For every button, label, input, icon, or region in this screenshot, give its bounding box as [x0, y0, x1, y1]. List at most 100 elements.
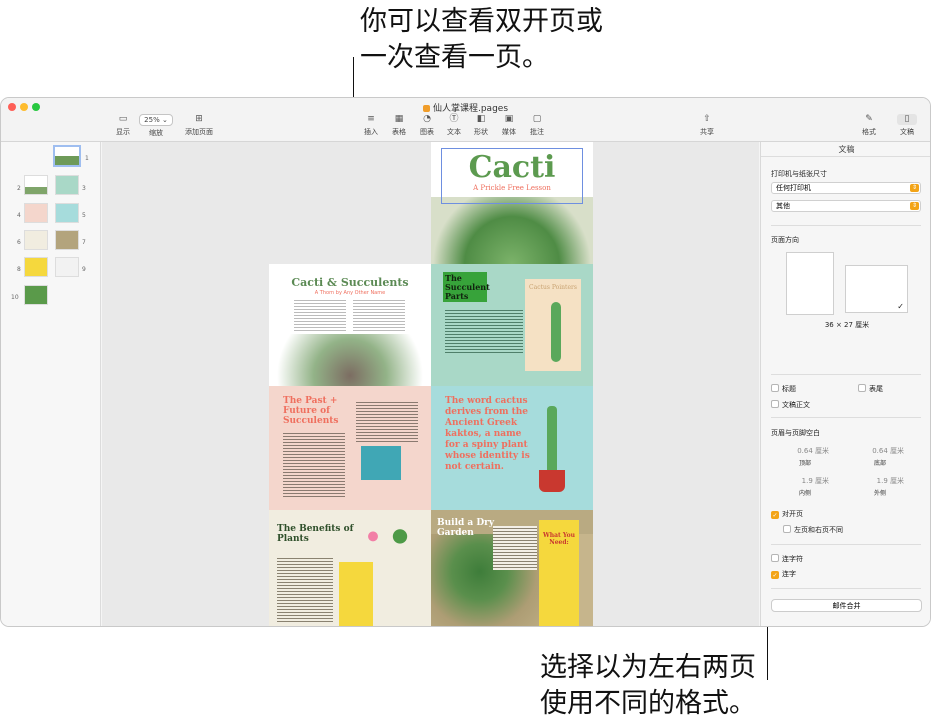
chart-label: 图表	[420, 128, 434, 136]
hyphenation-checkbox[interactable]: ✓ 连字	[771, 569, 796, 579]
text-label: 文本	[447, 128, 461, 136]
bottom-margin-field[interactable]: 0.64 厘米	[856, 446, 904, 456]
top-margin-field[interactable]: 0.64 厘米	[781, 446, 829, 456]
thumbnail-page-2[interactable]	[24, 175, 48, 195]
hyphenation-label: 连字	[782, 570, 796, 578]
document-inspector: 文稿 打印机与纸张尺寸 任何打印机 ⇕ 其他 ⇕ 页面方向 ✓ 36 × 27 厘米…	[760, 142, 930, 626]
ligatures-checkbox[interactable]: 连字符	[771, 554, 803, 564]
insert-label: 插入	[364, 128, 378, 136]
table-label: 表格	[392, 128, 406, 136]
page-number: 8	[17, 266, 21, 273]
paper-size-popup[interactable]: 其他 ⇕	[771, 200, 921, 212]
different-left-right-checkbox[interactable]: 左页和右页不同	[783, 525, 843, 535]
document-body-checkbox[interactable]: 文稿正文	[771, 400, 810, 410]
inspector-tab-title[interactable]: 文稿	[761, 144, 930, 155]
facing-pages-checkbox[interactable]: ✓ 对开页	[771, 509, 803, 519]
body-text-block	[353, 298, 405, 332]
checkbox-box	[771, 554, 779, 562]
text-button[interactable]: Ⓣ 文本	[442, 114, 466, 137]
view-button[interactable]: ▭ 显示	[109, 114, 137, 137]
chart-icon: ◔	[423, 114, 431, 124]
document-button[interactable]: ▯ 文稿	[893, 114, 921, 137]
cover-subtitle: A Prickle Free Lesson	[473, 184, 551, 192]
thumbnail-page-4[interactable]	[24, 203, 48, 223]
plus-icon: ⊞	[195, 114, 203, 124]
document-canvas[interactable]: Cacti A Prickle Free Lesson Cacti & Succ…	[102, 142, 759, 626]
thumbnail-page-7[interactable]	[55, 230, 79, 250]
body-text-block	[445, 308, 523, 354]
share-label: 共享	[700, 128, 714, 136]
cactus-in-pot-illustration	[547, 406, 557, 476]
paper-size-value: 其他	[776, 202, 790, 210]
printer-section-title: 打印机与纸张尺寸	[771, 170, 827, 178]
facing-pages-label: 对开页	[782, 510, 803, 518]
landscape-orientation-option[interactable]: ✓	[845, 265, 908, 313]
thumbnail-page-8[interactable]	[24, 257, 48, 277]
checkbox-box	[771, 400, 779, 408]
page-2[interactable]: Cacti & Succulents A Thorn by Any Other …	[269, 264, 431, 386]
outside-margin-field[interactable]: 1.9 厘米	[856, 476, 904, 486]
table-button[interactable]: ▦ 表格	[387, 114, 411, 137]
format-label: 格式	[862, 128, 876, 136]
format-button[interactable]: ✎ 格式	[857, 114, 881, 137]
thumbnail-page-5[interactable]	[55, 203, 79, 223]
zoom-menu[interactable]: 25% ⌄ 缩放	[138, 114, 174, 138]
thumbnail-page-6[interactable]	[24, 230, 48, 250]
page5-quote: The word cactus derives from the Ancient…	[445, 396, 530, 472]
plant-pot-photo	[361, 446, 401, 480]
media-icon: ▣	[504, 114, 514, 124]
media-button[interactable]: ▣ 媒体	[497, 114, 521, 137]
share-button[interactable]: ⇧ 共享	[695, 114, 719, 137]
chart-button[interactable]: ◔ 图表	[415, 114, 439, 137]
page-6[interactable]: The Benefits of Plants	[269, 510, 431, 626]
cactus-photo	[431, 197, 593, 264]
media-label: 媒体	[502, 128, 516, 136]
sidebar-icon: ▭	[118, 114, 128, 124]
thumbnail-page-10[interactable]	[24, 285, 48, 305]
divider	[771, 225, 921, 226]
insert-icon: ≡	[367, 114, 375, 124]
page-cover[interactable]: Cacti A Prickle Free Lesson	[431, 142, 593, 264]
zoom-value: 25% ⌄	[139, 114, 173, 126]
body-text-block	[493, 526, 537, 570]
body-text-block	[277, 556, 333, 622]
page3-side-title: Cactus Pointers	[529, 284, 577, 291]
page-7[interactable]: Build a Dry Garden What You Need:	[431, 510, 593, 626]
insert-button[interactable]: ≡ 插入	[359, 114, 383, 137]
page-4[interactable]: The Past + Future of Succulents	[269, 386, 431, 510]
thumbnail-page-3[interactable]	[55, 175, 79, 195]
checkbox-box	[771, 384, 779, 392]
page-number: 3	[82, 185, 86, 192]
red-pot	[539, 470, 565, 492]
view-label: 显示	[116, 128, 130, 136]
page-number: 2	[17, 185, 21, 192]
printer-popup[interactable]: 任何打印机 ⇕	[771, 182, 921, 194]
portrait-orientation-option[interactable]	[786, 252, 834, 315]
divider	[771, 544, 921, 545]
shape-button[interactable]: ◧ 形状	[469, 114, 493, 137]
document-title: 仙人掌课程.pages	[1, 101, 930, 114]
page-3[interactable]: The Succulent Parts Cactus Pointers	[431, 264, 593, 386]
checkbox-box	[858, 384, 866, 392]
callout-line: 选择以为左右两页	[540, 652, 756, 683]
table-icon: ▦	[394, 114, 404, 124]
document-body-checkbox-label: 文稿正文	[782, 401, 810, 409]
ligatures-label: 连字符	[782, 555, 803, 563]
shape-icon: ◧	[476, 114, 486, 124]
thumbnail-page-9[interactable]	[55, 257, 79, 277]
thumbnail-page-1[interactable]	[53, 145, 81, 167]
add-page-button[interactable]: ⊞ 添加页面	[181, 114, 217, 137]
checkbox-box-checked: ✓	[771, 511, 779, 519]
chevron-down-icon: ⌄	[161, 116, 168, 124]
page-thumbnails-sidebar: 1 2 3 4 5 6 7 8 9 10	[1, 142, 101, 626]
header-checkbox[interactable]: 标题	[771, 384, 796, 394]
mail-merge-button[interactable]: 邮件合并	[771, 599, 922, 612]
page-5[interactable]: The word cactus derives from the Ancient…	[431, 386, 593, 510]
inside-margin-field[interactable]: 1.9 厘米	[781, 476, 829, 486]
header-checkbox-label: 标题	[782, 385, 796, 393]
comment-button[interactable]: ▢ 批注	[525, 114, 549, 137]
chevron-updown-icon: ⇕	[910, 202, 919, 210]
page-number: 9	[82, 266, 86, 273]
checkmark-icon: ✓	[897, 302, 904, 311]
footer-checkbox[interactable]: 表尾	[858, 384, 883, 394]
